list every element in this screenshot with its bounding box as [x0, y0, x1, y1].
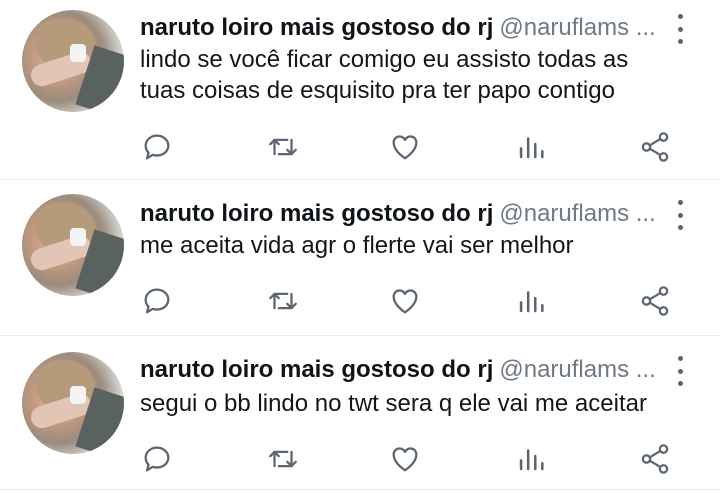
- tweet-text: lindo se você ficar comigo eu assisto to…: [140, 46, 629, 104]
- author-name[interactable]: naruto loiro mais gostoso do rj: [140, 356, 493, 383]
- share-icon[interactable]: [638, 284, 672, 318]
- share-icon[interactable]: [638, 442, 672, 476]
- author-name[interactable]: naruto loiro mais gostoso do rj: [140, 200, 493, 227]
- author-handle[interactable]: @naruflams ...: [499, 200, 655, 227]
- tweet-actions: [0, 284, 720, 318]
- retweet-icon[interactable]: [266, 442, 300, 476]
- tweet-header: naruto loiro mais gostoso do rj @naruflam…: [140, 354, 660, 386]
- avatar[interactable]: [22, 194, 124, 296]
- author-handle[interactable]: @naruflams ...: [499, 14, 655, 41]
- heart-icon[interactable]: [388, 284, 422, 318]
- tweet[interactable]: naruto loiro mais gostoso do rj @naruflam…: [0, 180, 720, 336]
- more-vertical-icon[interactable]: [674, 356, 686, 386]
- avatar[interactable]: [22, 352, 124, 454]
- tweet[interactable]: naruto loiro mais gostoso do rj @naruflam…: [0, 0, 720, 180]
- tweet-actions: [0, 130, 720, 164]
- share-icon[interactable]: [638, 130, 672, 164]
- bar-chart-icon[interactable]: [514, 284, 548, 318]
- retweet-icon[interactable]: [266, 130, 300, 164]
- bar-chart-icon[interactable]: [514, 130, 548, 164]
- tweet-header: naruto loiro mais gostoso do rj @naruflam…: [140, 198, 660, 230]
- more-vertical-icon[interactable]: [674, 200, 686, 230]
- reply-icon[interactable]: [140, 130, 174, 164]
- tweet-actions: [0, 442, 720, 476]
- author-name[interactable]: naruto loiro mais gostoso do rj: [140, 14, 493, 41]
- timeline: naruto loiro mais gostoso do rj @naruflam…: [0, 0, 720, 501]
- reply-icon[interactable]: [140, 284, 174, 318]
- avatar[interactable]: [22, 10, 124, 112]
- reply-icon[interactable]: [140, 442, 174, 476]
- tweet-text: me aceita vida agr o flerte vai ser melh…: [140, 232, 574, 259]
- tweet-text: segui o bb lindo no twt sera q ele vai m…: [140, 390, 647, 417]
- tweet-header: naruto loiro mais gostoso do rj @naruflam…: [140, 12, 660, 44]
- more-vertical-icon[interactable]: [674, 14, 686, 44]
- heart-icon[interactable]: [388, 130, 422, 164]
- bar-chart-icon[interactable]: [514, 442, 548, 476]
- retweet-icon[interactable]: [266, 284, 300, 318]
- heart-icon[interactable]: [388, 442, 422, 476]
- author-handle[interactable]: @naruflams ...: [499, 356, 655, 383]
- tweet[interactable]: naruto loiro mais gostoso do rj @naruflam…: [0, 336, 720, 490]
